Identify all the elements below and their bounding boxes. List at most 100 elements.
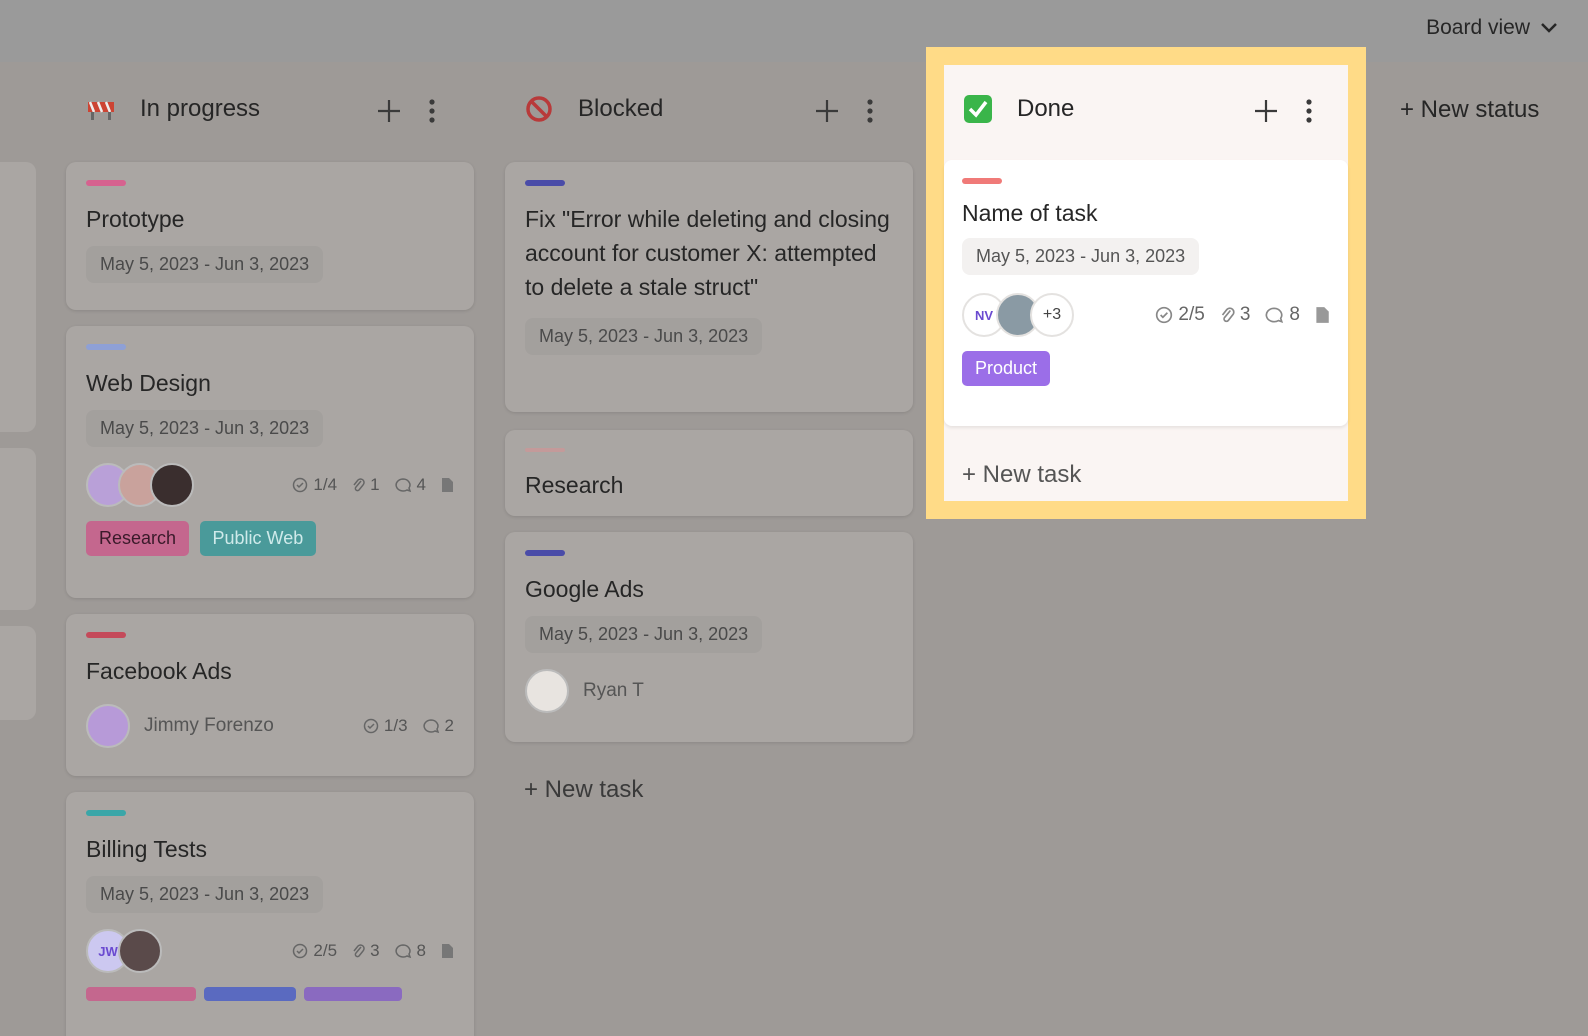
date-range: May 5, 2023 - Jun 3, 2023 [962,238,1200,275]
paperclip-icon [353,944,365,958]
left-column-card[interactable] [0,162,36,432]
column-actions-done [1253,98,1313,124]
comment-icon [422,719,439,734]
tag-list: Research Public Web [86,521,454,556]
file-icon [440,943,454,959]
assignee-name: Ryan T [583,680,644,701]
tag[interactable] [304,987,402,1001]
task-meta: 2/5 3 8 [1155,304,1330,326]
task-card-google-ads[interactable]: Google Ads May 5, 2023 - Jun 3, 2023 Rya… [505,532,913,742]
paperclip-icon [353,478,365,492]
task-title: Research [525,472,624,498]
tag-product[interactable]: Product [962,351,1051,386]
comment-icon [1266,307,1284,323]
comment-count: 2 [422,716,454,736]
avatar-group[interactable]: NV +3 [962,293,1074,337]
column-header-done: Done [963,94,1074,124]
avatar [525,669,569,713]
task-card-facebook-ads[interactable]: Facebook Ads Jimmy Forenzo 1/3 2 [66,614,474,776]
task-title: Name of task [962,200,1098,226]
task-card-name-of-task[interactable]: Name of task May 5, 2023 - Jun 3, 2023 N… [944,160,1348,426]
more-vertical-icon[interactable] [866,98,874,124]
tag-research[interactable]: Research [86,521,190,556]
plus-icon[interactable] [814,98,840,124]
new-task-button-done[interactable]: + New task [962,461,1081,489]
checklist-count: 1/3 [363,716,408,736]
column-header-blocked: Blocked [524,94,663,124]
tag-list: Product [962,351,1330,386]
tag-public-web[interactable]: Public Web [199,521,317,556]
priority-bar [86,632,126,638]
assignee-name: Jimmy Forenzo [144,715,274,736]
more-vertical-icon[interactable] [428,98,436,124]
comment-icon [394,944,411,959]
file-icon [1314,306,1330,324]
board-view-label: Board view [1426,16,1530,39]
date-range: May 5, 2023 - Jun 3, 2023 [86,246,324,283]
priority-bar [86,180,126,186]
file-icon [440,477,454,493]
attachment-count: 1 [351,475,380,495]
tag[interactable] [86,987,196,1001]
check-box-icon [963,94,993,124]
check-circle-icon [293,943,308,959]
avatar-overflow-count: +3 [1030,293,1074,337]
checklist-count: 2/5 [292,941,337,961]
plus-icon[interactable] [376,98,402,124]
board-view-dropdown[interactable]: Board view [1426,16,1558,40]
task-meta: 1/3 2 [363,716,454,736]
task-title: Fix "Error while deleting and closing ac… [525,206,890,300]
prohibited-icon [524,94,554,124]
task-title: Web Design [86,370,211,396]
tag[interactable] [204,987,296,1001]
task-card-fix-error[interactable]: Fix "Error while deleting and closing ac… [505,162,913,412]
date-range: May 5, 2023 - Jun 3, 2023 [525,318,763,355]
comment-count: 8 [1264,304,1300,326]
date-range: May 5, 2023 - Jun 3, 2023 [86,876,324,913]
construction-icon [86,94,116,124]
column-title: In progress [140,95,261,122]
avatar-group[interactable]: JW [86,929,162,973]
priority-bar [525,550,565,556]
column-title: Blocked [578,95,664,122]
check-circle-icon [1156,306,1173,324]
paperclip-icon [1221,307,1235,323]
task-title: Billing Tests [86,836,208,862]
task-meta: 2/5 3 8 [292,941,454,961]
comment-count: 8 [394,941,426,961]
column-actions-in-progress [376,98,436,124]
task-meta: 1/4 1 4 [292,475,454,495]
check-circle-icon [363,718,379,734]
task-title: Facebook Ads [86,658,232,684]
new-status-button[interactable]: + New status [1400,96,1539,124]
left-column-card[interactable] [0,626,36,720]
new-task-button-blocked[interactable]: + New task [524,776,643,804]
priority-bar [86,810,126,816]
checklist-count: 1/4 [292,475,337,495]
task-card-prototype[interactable]: Prototype May 5, 2023 - Jun 3, 2023 [66,162,474,310]
checklist-count: 2/5 [1155,304,1205,326]
comment-icon [394,478,411,493]
column-header-in-progress: In progress [86,94,260,124]
attachment-count: 3 [351,941,380,961]
avatar [118,929,162,973]
column-title: Done [1017,95,1075,122]
tag-list [86,987,454,1001]
check-circle-icon [293,477,308,493]
more-vertical-icon[interactable] [1305,98,1313,124]
task-card-billing-tests[interactable]: Billing Tests May 5, 2023 - Jun 3, 2023 … [66,792,474,1036]
left-column-card[interactable] [0,448,36,610]
task-title: Google Ads [525,576,644,602]
task-title: Prototype [86,206,185,232]
task-card-web-design[interactable]: Web Design May 5, 2023 - Jun 3, 2023 1/4… [66,326,474,598]
plus-icon[interactable] [1253,98,1279,124]
task-card-research[interactable]: Research [505,430,913,516]
priority-bar [962,178,1002,184]
column-actions-blocked [814,98,874,124]
date-range: May 5, 2023 - Jun 3, 2023 [86,410,324,447]
priority-bar [525,180,565,186]
date-range: May 5, 2023 - Jun 3, 2023 [525,616,763,653]
attachment-count: 3 [1219,304,1250,326]
avatar-group[interactable] [86,463,194,507]
priority-bar [86,344,126,350]
